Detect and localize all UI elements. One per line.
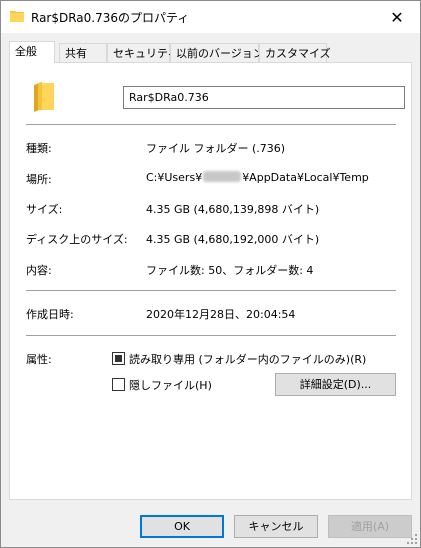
contents-label: 内容: — [26, 264, 52, 277]
tab-previous-versions[interactable]: 以前のバージョン — [170, 43, 264, 62]
cancel-button[interactable]: キャンセル — [234, 515, 318, 538]
separator — [26, 124, 396, 125]
separator — [26, 335, 396, 336]
folder-name-input[interactable] — [123, 86, 405, 109]
created-label: 作成日時: — [26, 308, 74, 321]
close-icon: ✕ — [390, 7, 404, 27]
attributes-label: 属性: — [26, 353, 52, 366]
close-button[interactable]: ✕ — [374, 1, 420, 33]
location-prefix: C:¥Users¥ — [146, 171, 203, 184]
general-panel: 種類: ファイル フォルダー (.736) 場所: C:¥Users¥ ¥AppD… — [9, 62, 412, 500]
tab-general[interactable]: 全般 — [9, 41, 55, 63]
tab-sharing[interactable]: 共有 — [59, 43, 107, 62]
type-value: ファイル フォルダー (.736) — [146, 142, 286, 155]
folder-icon — [34, 82, 54, 112]
separator — [26, 290, 396, 291]
tab-security[interactable]: セキュリティ — [107, 43, 178, 62]
ok-button[interactable]: OK — [140, 515, 224, 538]
contents-value: ファイル数: 50、フォルダー数: 4 — [146, 264, 314, 277]
advanced-button[interactable]: 詳細設定(D)... — [275, 373, 396, 396]
readonly-label[interactable]: 読み取り専用 (フォルダー内のファイルのみ)(R) — [129, 351, 366, 367]
tab-customize[interactable]: カスタマイズ — [259, 43, 331, 62]
resize-grip-icon[interactable] — [407, 534, 417, 544]
folder-icon — [10, 11, 24, 22]
readonly-checkbox[interactable] — [112, 352, 125, 365]
redacted-username — [203, 171, 242, 182]
type-label: 種類: — [26, 142, 52, 155]
properties-dialog: Rar$DRa0.736のプロパティ ✕ 全般 共有 セキュリティ 以前のバージ… — [0, 0, 421, 548]
disk-size-label: ディスク上のサイズ: — [26, 233, 128, 246]
location-suffix: ¥AppData¥Local¥Temp — [242, 171, 369, 184]
hidden-checkbox[interactable] — [112, 378, 125, 391]
title-bar: Rar$DRa0.736のプロパティ ✕ — [1, 1, 420, 33]
created-value: 2020年12月28日、20:04:54 — [146, 308, 296, 321]
size-value: 4.35 GB (4,680,139,898 バイト) — [146, 203, 320, 216]
hidden-label[interactable]: 隠しファイル(H) — [129, 377, 212, 393]
window-title: Rar$DRa0.736のプロパティ — [31, 11, 190, 25]
size-label: サイズ: — [26, 203, 63, 216]
location-label: 場所: — [26, 173, 52, 186]
disk-size-value: 4.35 GB (4,680,192,000 バイト) — [146, 233, 320, 246]
apply-button: 適用(A) — [328, 515, 412, 538]
location-value: C:¥Users¥ ¥AppData¥Local¥Temp — [146, 171, 369, 184]
